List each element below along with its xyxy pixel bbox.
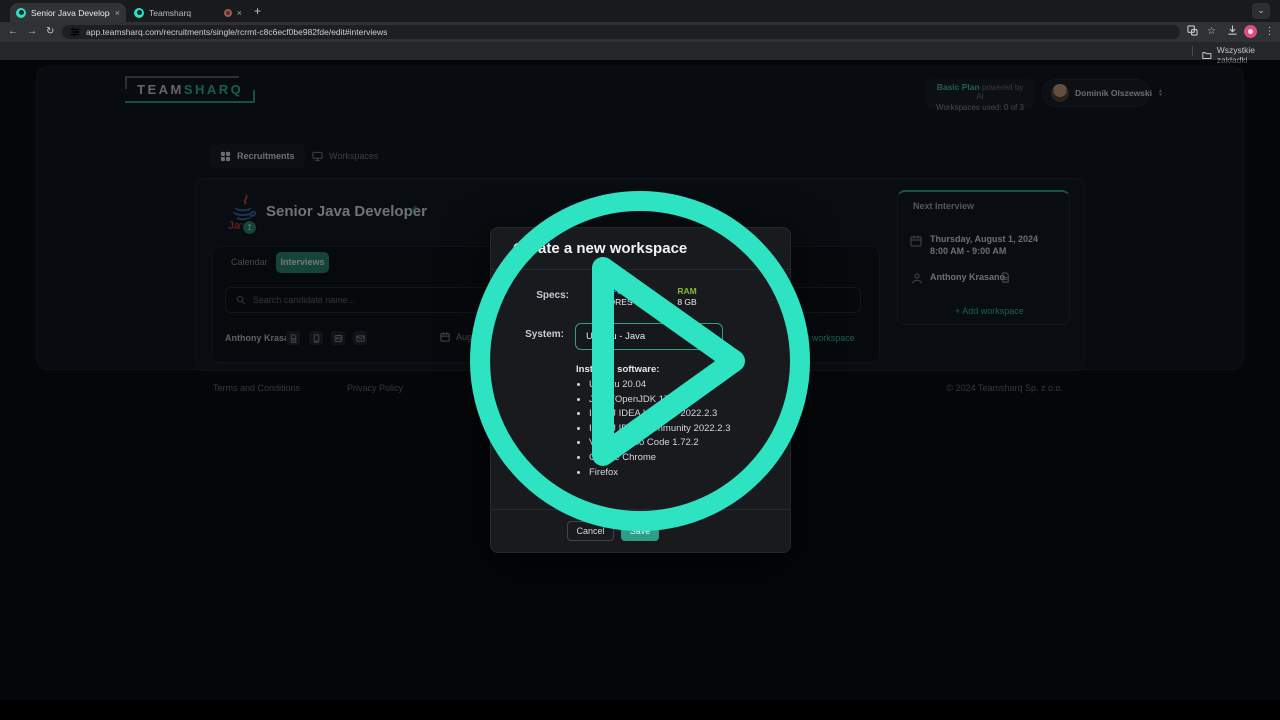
system-selected-value: Ubuntu - Java	[586, 331, 645, 342]
download-icon[interactable]	[1226, 25, 1239, 38]
cpu-value: 2 CORES	[595, 297, 632, 307]
browser-tab-active[interactable]: Senior Java Developer | Team ×	[10, 3, 126, 22]
teamsharq-favicon-icon	[16, 8, 26, 18]
cancel-button[interactable]: Cancel	[567, 521, 614, 541]
divider	[491, 269, 790, 270]
bookmarks-bar: Wszystkie zakładki	[0, 42, 1280, 60]
bottom-black-bar	[0, 700, 1280, 720]
bookmarks-separator	[1192, 46, 1193, 56]
software-item: Java (OpenJDK 17.0.4)	[589, 393, 731, 408]
chevron-down-icon: ▾	[708, 332, 712, 341]
software-list: Ubuntu 20.04Java (OpenJDK 17.0.4)Intelli…	[576, 378, 731, 480]
software-item: Google Chrome	[589, 451, 731, 466]
browser-tab-teamsharq[interactable]: Teamsharq ×	[128, 3, 248, 22]
cpu-spec: CPU 2 CORES	[586, 286, 642, 308]
save-button[interactable]: Save	[621, 521, 659, 541]
software-item: IntelliJ IDEA Ultimate 2022.2.3	[589, 407, 731, 422]
recording-indicator-icon	[224, 9, 232, 17]
software-list-title: Installed software:	[576, 364, 659, 375]
software-item: Visual Studio Code 1.72.2	[589, 436, 731, 451]
new-tab-button[interactable]: +	[254, 4, 261, 18]
site-info-icon[interactable]	[70, 27, 80, 37]
browser-profile-avatar[interactable]	[1244, 25, 1257, 38]
divider	[654, 288, 655, 309]
window-chevron-icon[interactable]: ⌄	[1252, 3, 1270, 19]
create-workspace-modal: Create a new workspace Specs: CPU 2 CORE…	[490, 227, 791, 553]
ram-spec: RAM 8 GB	[659, 286, 715, 308]
browser-toolbar: ← → ↻ app.teamsharq.com/recruitments/sin…	[0, 22, 1280, 42]
teamsharq-favicon-icon	[134, 8, 144, 18]
browser-tab-strip: Senior Java Developer | Team × Teamsharq…	[0, 0, 1280, 22]
ram-label: RAM	[659, 286, 715, 297]
folder-icon	[1202, 51, 1212, 60]
software-item: Ubuntu 20.04	[589, 378, 731, 393]
tab-close-icon[interactable]: ×	[237, 8, 242, 18]
cpu-label: CPU	[586, 286, 642, 297]
system-select[interactable]: Ubuntu - Java ▾	[575, 323, 723, 350]
reload-icon[interactable]: ↻	[46, 25, 54, 39]
back-icon[interactable]: ←	[8, 25, 18, 39]
browser-menu-icon[interactable]: ⋮	[1263, 25, 1276, 38]
url-text: app.teamsharq.com/recruitments/single/rc…	[86, 27, 387, 37]
bookmark-star-icon[interactable]: ☆	[1205, 25, 1218, 38]
divider	[491, 509, 790, 510]
software-item: Firefox	[589, 466, 731, 481]
tab-title: Senior Java Developer | Team	[31, 8, 110, 18]
tab-close-icon[interactable]: ×	[115, 8, 120, 18]
tab-title: Teamsharq	[149, 8, 219, 18]
modal-title: Create a new workspace	[513, 240, 687, 257]
translate-icon[interactable]	[1186, 25, 1199, 38]
software-item: IntelliJ IDEA Community 2022.2.3	[589, 422, 731, 437]
system-label: System:	[504, 329, 564, 340]
specs-label: Specs:	[509, 290, 569, 301]
forward-icon[interactable]: →	[27, 25, 37, 39]
url-bar[interactable]: app.teamsharq.com/recruitments/single/rc…	[62, 25, 1180, 39]
ram-value: 8 GB	[677, 297, 696, 307]
